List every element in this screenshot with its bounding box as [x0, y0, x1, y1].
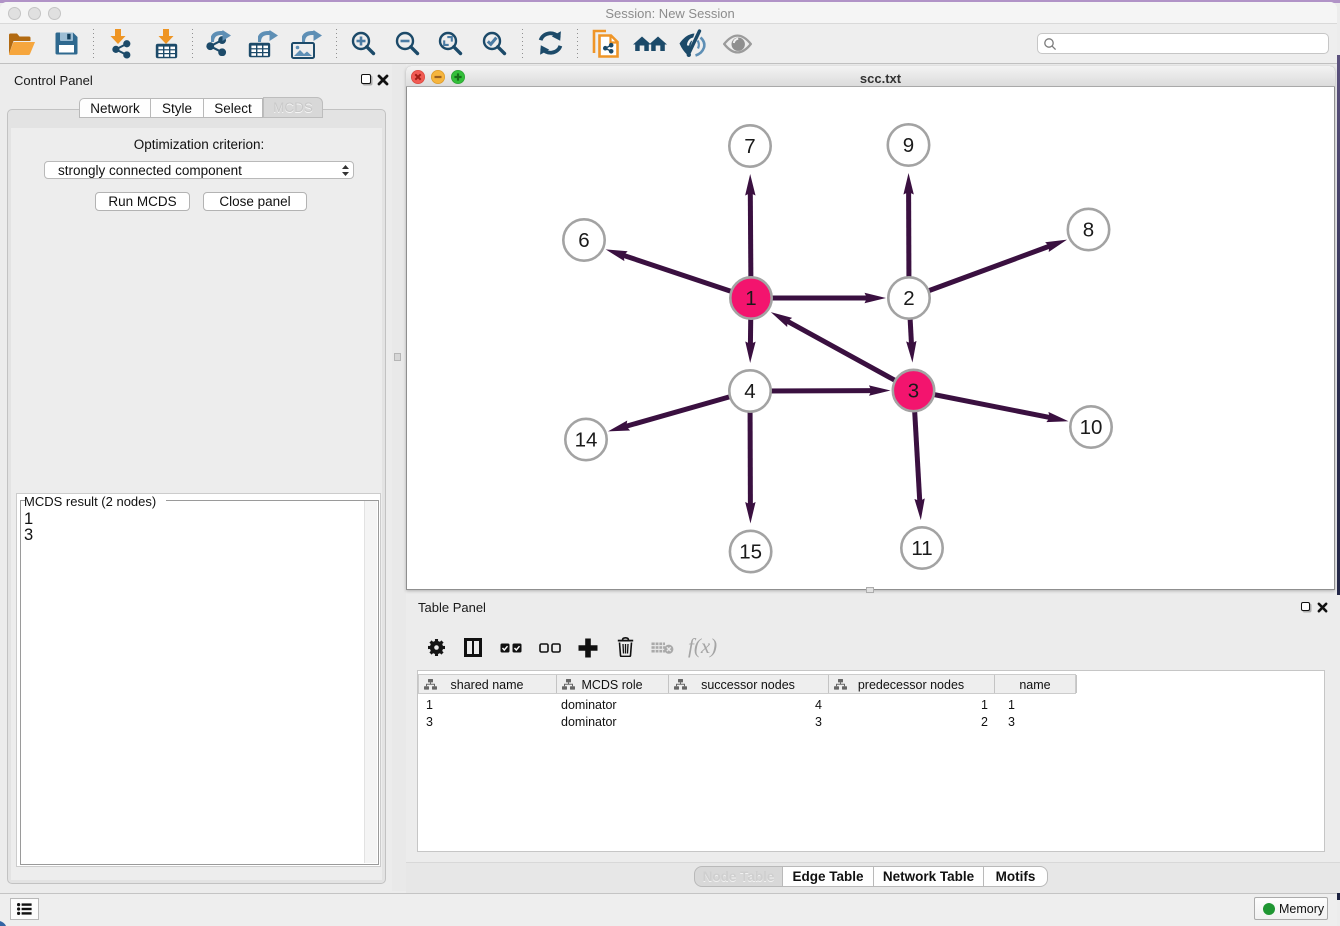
svg-text:11: 11	[911, 537, 932, 560]
svg-text:2: 2	[903, 287, 914, 310]
svg-text:1: 1	[745, 287, 756, 310]
svg-text:9: 9	[903, 134, 914, 157]
svg-text:3: 3	[908, 380, 919, 403]
svg-text:4: 4	[744, 380, 755, 403]
svg-text:10: 10	[1080, 416, 1103, 439]
svg-text:6: 6	[578, 229, 589, 252]
svg-text:14: 14	[575, 429, 598, 452]
svg-text:8: 8	[1083, 219, 1094, 242]
svg-text:7: 7	[744, 135, 755, 158]
svg-text:15: 15	[739, 541, 762, 564]
